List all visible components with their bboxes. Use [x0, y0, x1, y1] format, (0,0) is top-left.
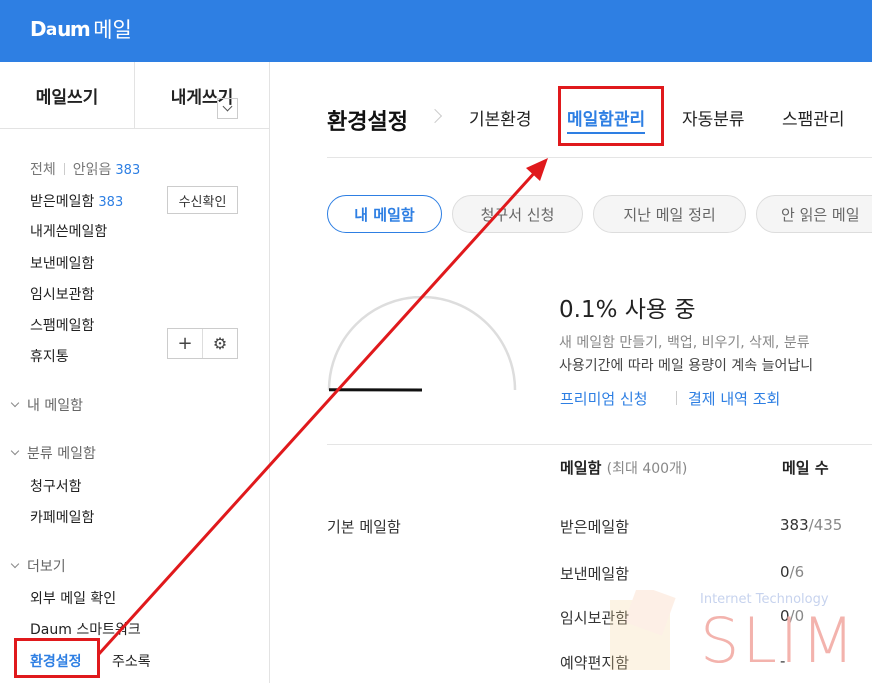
pill-my-mailbox[interactable]: 내 메일함 — [327, 195, 442, 233]
usage-description: 새 메일함 만들기, 백업, 비우기, 삭제, 분류 — [559, 335, 810, 351]
chevron-down-icon — [10, 559, 20, 569]
pill-unread-mail[interactable]: 안 읽은 메일 — [756, 195, 872, 233]
premium-signup-link[interactable]: 프리미엄 신청 — [560, 388, 648, 409]
sidebar-item-sent[interactable]: 보낸메일함 — [30, 253, 94, 273]
section-label: 내 메일함 — [27, 398, 83, 414]
chevron-down-icon — [222, 101, 233, 112]
usage-gauge — [327, 296, 517, 392]
my-mailbox-section[interactable]: 내 메일함 — [10, 395, 83, 415]
tab-basic[interactable]: 기본환경 — [469, 105, 532, 130]
sidebar-item-inbox[interactable]: 받은메일함 383 — [30, 191, 123, 211]
count-total: /435 — [808, 516, 843, 534]
page-title: 환경설정 — [327, 110, 408, 135]
sidebar-item-smartwork[interactable]: Daum 스마트워크 — [30, 619, 141, 639]
sidebar-item-bills[interactable]: 청구서함 — [30, 476, 82, 496]
watermark-title: SLIM — [700, 604, 858, 677]
table-row-name: 받은메일함 — [560, 518, 630, 536]
unread-count: 383 — [115, 163, 141, 178]
daum-logo[interactable]: Daum 메일 — [30, 14, 132, 44]
filter-unread[interactable]: 안읽음 — [73, 162, 112, 178]
usage-note: 사용기간에 따라 메일 용량이 계속 늘어납니 — [559, 358, 814, 374]
highlight-box — [14, 638, 100, 678]
sidebar-item-spam[interactable]: 스팸메일함 — [30, 315, 94, 335]
header-sublabel: (최대 400개) — [606, 461, 688, 477]
table-row-count: 0/6 — [780, 563, 804, 581]
mailbox-settings-button[interactable]: ⚙ — [202, 329, 237, 358]
brand-logo-text: Daum — [30, 17, 91, 41]
sidebar-item-addressbook[interactable]: 주소록 — [112, 651, 151, 671]
tab-spam[interactable]: 스팸관리 — [782, 105, 845, 130]
sidebar-item-cafe-mail[interactable]: 카페메일함 — [30, 507, 94, 527]
chevron-down-icon — [10, 398, 20, 408]
service-name: 메일 — [93, 18, 132, 42]
tab-auto-sort[interactable]: 자동분류 — [682, 105, 745, 130]
header-label: 메일함 — [560, 459, 602, 477]
add-mailbox-button[interactable]: + — [168, 329, 202, 358]
count-value: 383 — [780, 516, 809, 534]
sidebar-item-self-mail[interactable]: 내게쓴메일함 — [30, 221, 107, 241]
chevron-down-icon — [10, 446, 20, 456]
more-section[interactable]: 더보기 — [10, 556, 66, 576]
section-label: 분류 메일함 — [27, 446, 96, 462]
divider — [676, 391, 677, 405]
mail-filter: 전체 안읽음 383 — [30, 159, 140, 179]
top-bar: Daum 메일 — [0, 0, 872, 62]
column-header-mailbox: 메일함 (최대 400개) — [560, 457, 687, 478]
pill-old-mail-cleanup[interactable]: 지난 메일 정리 — [593, 195, 746, 233]
plus-icon: + — [177, 333, 193, 354]
column-header-count: 메일 수 — [782, 459, 829, 477]
payment-history-link[interactable]: 결제 내역 조회 — [688, 388, 780, 409]
sidebar-item-trash[interactable]: 휴지통 — [30, 346, 69, 366]
usage-text: 0.1% 사용 중 — [559, 297, 696, 323]
pill-bill-request[interactable]: 청구서 신청 — [452, 195, 583, 233]
group-label: 기본 메일함 — [327, 518, 401, 536]
divider — [327, 157, 872, 158]
gear-icon: ⚙ — [212, 334, 228, 353]
filter-dropdown-button[interactable] — [217, 98, 238, 119]
sidebar-item-external-mail[interactable]: 외부 메일 확인 — [30, 588, 116, 608]
sidebar-item-drafts[interactable]: 임시보관함 — [30, 284, 94, 304]
inbox-unread-count: 383 — [98, 195, 124, 210]
table-row-name: 보낸메일함 — [560, 565, 630, 583]
count-total: /6 — [789, 563, 805, 581]
highlight-box — [558, 86, 664, 146]
category-mailbox-section[interactable]: 분류 메일함 — [10, 443, 96, 463]
divider — [327, 444, 872, 445]
filter-all[interactable]: 전체 — [30, 162, 56, 178]
write-to-self-button[interactable]: 내게쓰기 — [134, 62, 269, 128]
divider — [63, 163, 65, 175]
section-label: 더보기 — [27, 559, 66, 575]
table-row-count: 383/435 — [780, 516, 842, 534]
receipt-check-button[interactable]: 수신확인 — [167, 186, 238, 214]
count-value: 0 — [780, 563, 790, 581]
chevron-right-icon — [427, 108, 443, 124]
compose-mail-button[interactable]: 메일쓰기 — [0, 62, 134, 128]
mailbox-actions: + ⚙ — [167, 328, 238, 359]
sidebar-item-label: 받은메일함 — [30, 194, 95, 210]
